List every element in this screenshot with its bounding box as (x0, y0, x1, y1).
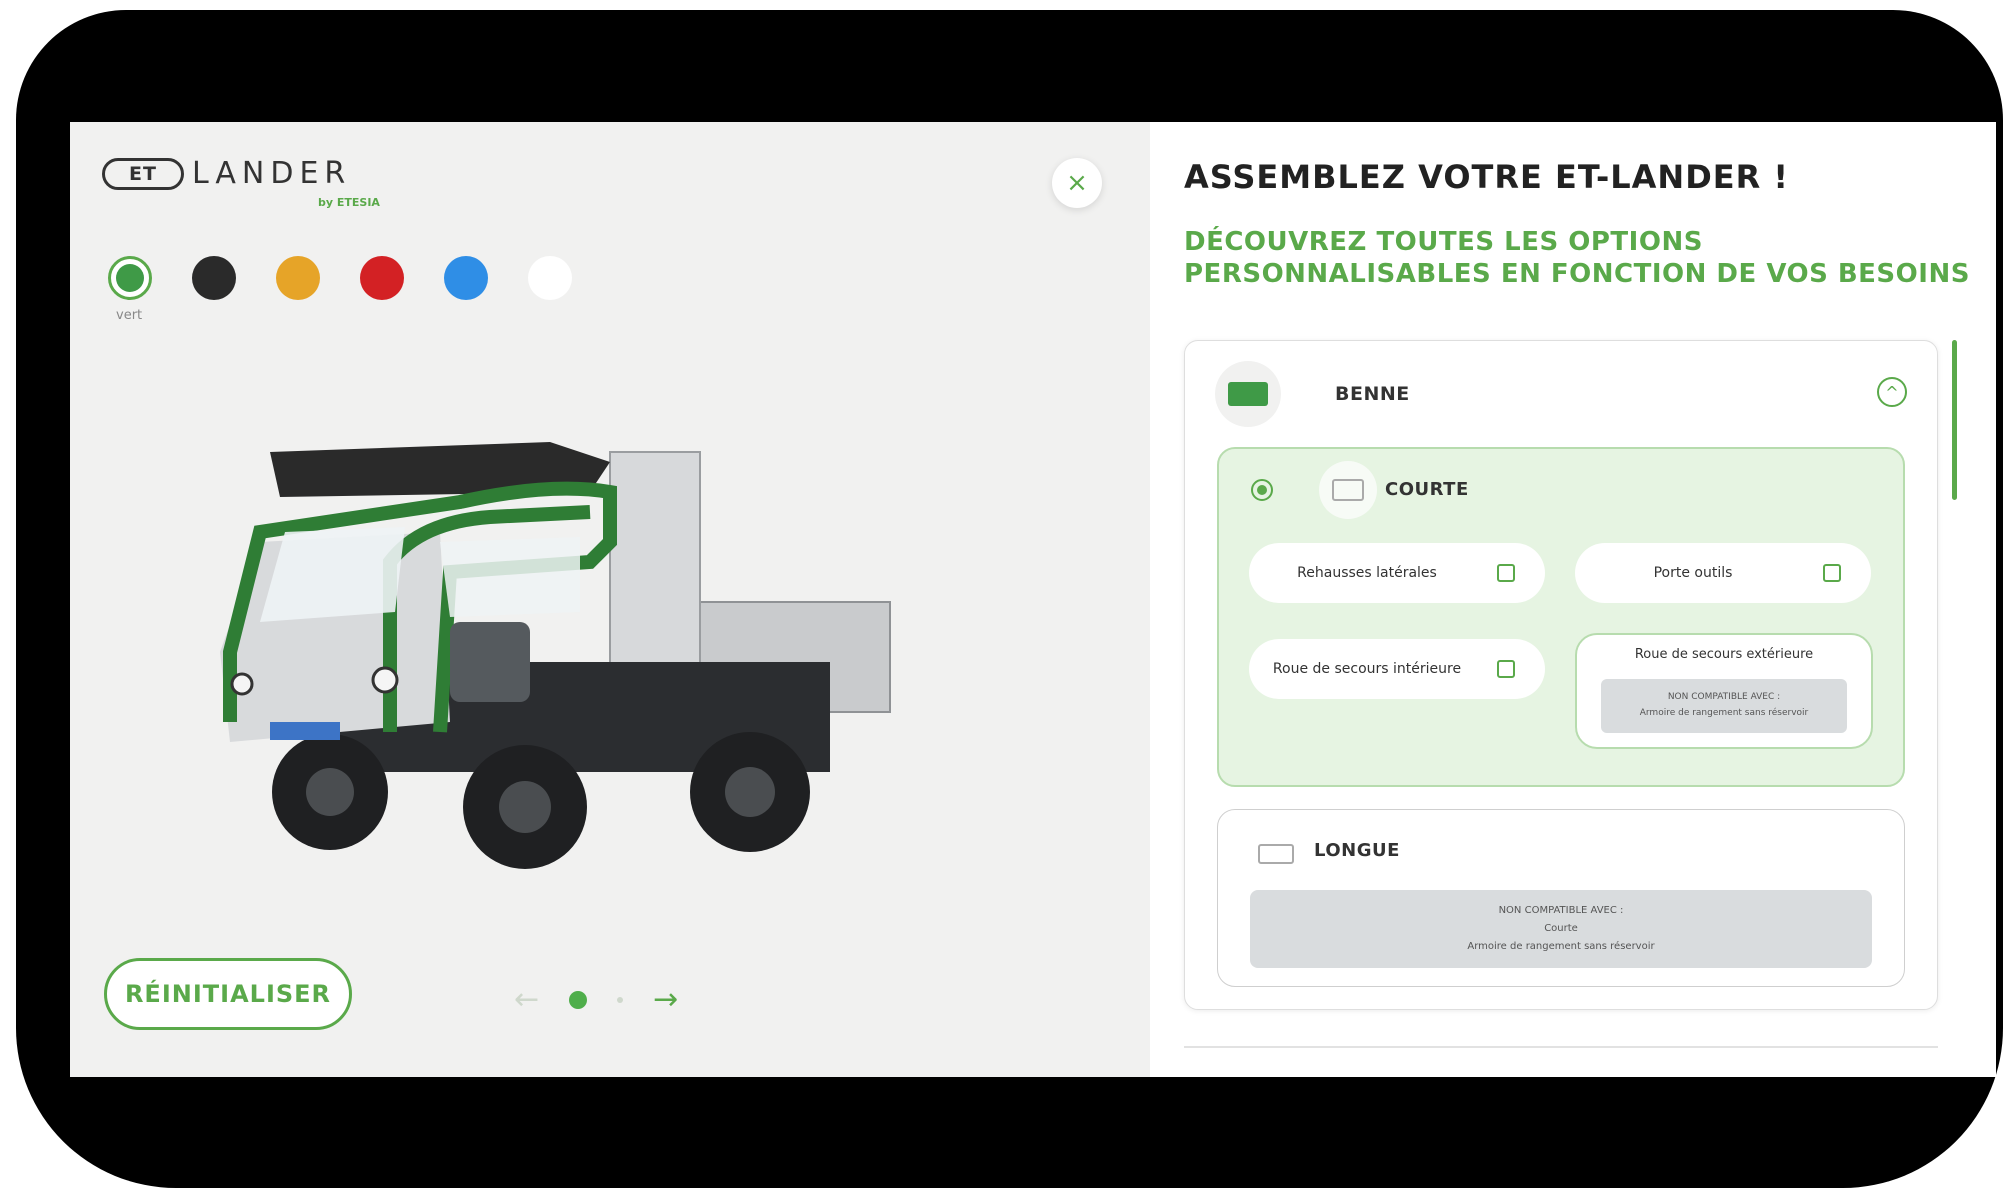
courte-icon-wrap (1319, 461, 1377, 519)
radio-courte[interactable] (1251, 479, 1273, 501)
suboption-rehausses[interactable]: Rehausses latérales (1249, 543, 1545, 603)
incompatible-item: Armoire de rangement sans réservoir (1467, 941, 1655, 952)
reset-button[interactable]: RÉINITIALISER (104, 958, 352, 1030)
option-longue-label: LONGUE (1314, 840, 1400, 861)
color-swatch-jaune[interactable] (276, 256, 320, 300)
selected-color-label: vert (116, 308, 143, 323)
color-swatch-bleu[interactable] (444, 256, 488, 300)
incompatible-notice: NON COMPATIBLE AVEC : Courte Armoire de … (1250, 890, 1872, 968)
benne-header[interactable]: BENNE ^ (1215, 361, 1907, 431)
suboption-label: Rehausses latérales (1297, 565, 1437, 581)
screen: ET LANDER by ETESIA × vert RÉINITIALISER… (70, 122, 1996, 1077)
benne-icon-wrap (1215, 361, 1281, 427)
tablet-frame: ET LANDER by ETESIA × vert RÉINITIALISER… (16, 10, 2003, 1188)
checkbox-roue-interieure[interactable] (1497, 660, 1515, 678)
vehicle-preview-panel: ET LANDER by ETESIA × vert RÉINITIALISER… (70, 122, 1150, 1077)
incompatible-title: NON COMPATIBLE AVEC : (1498, 905, 1624, 916)
logo-name: LANDER (192, 156, 352, 191)
chevron-up-icon[interactable]: ^ (1877, 377, 1907, 407)
checkbox-porte-outils[interactable] (1823, 564, 1841, 582)
brand-logo: ET LANDER (102, 156, 351, 191)
benne-section: BENNE ^ COURTE Rehausses latérales Porte… (1184, 340, 1938, 1010)
suboption-label: Roue de secours extérieure (1634, 647, 1814, 662)
radio-dot (1257, 485, 1267, 495)
page-subtitle: DÉCOUVREZ TOUTES LES OPTIONS PERSONNALIS… (1184, 227, 1970, 289)
color-picker (108, 256, 572, 300)
incompatible-item: Courte (1544, 923, 1578, 934)
next-arrow-icon[interactable]: → (653, 985, 678, 1015)
checkbox-rehausses[interactable] (1497, 564, 1515, 582)
section-divider (1184, 1046, 1938, 1048)
truck-bed-icon (1228, 382, 1268, 406)
page-title: ASSEMBLEZ VOTRE ET-LANDER ! (1184, 158, 1789, 196)
close-button[interactable]: × (1052, 158, 1102, 208)
scrollbar[interactable] (1952, 340, 1957, 500)
color-swatch-rouge[interactable] (360, 256, 404, 300)
option-courte-label: COURTE (1385, 479, 1469, 500)
option-longue[interactable]: LONGUE NON COMPATIBLE AVEC : Courte Armo… (1217, 809, 1905, 987)
option-courte[interactable]: COURTE Rehausses latérales Porte outils … (1217, 447, 1905, 787)
long-bed-icon (1258, 844, 1294, 864)
image-pager: ← → (514, 985, 678, 1015)
suboption-roue-exterieure: Roue de secours extérieure NON COMPATIBL… (1575, 633, 1873, 749)
color-swatch-vert[interactable] (108, 256, 152, 300)
vehicle-image (220, 442, 891, 869)
suboption-label: Porte outils (1653, 565, 1733, 581)
short-bed-icon (1332, 479, 1364, 501)
configurator-panel: ASSEMBLEZ VOTRE ET-LANDER ! DÉCOUVREZ TO… (1150, 122, 1996, 1077)
close-icon: × (1066, 168, 1088, 198)
logo-badge: ET (102, 157, 184, 190)
color-swatch-noir[interactable] (192, 256, 236, 300)
incompatible-title: NON COMPATIBLE AVEC : (1667, 692, 1781, 702)
prev-arrow-icon[interactable]: ← (514, 985, 539, 1015)
color-swatch-blanc[interactable] (528, 256, 572, 300)
benne-label: BENNE (1335, 383, 1410, 405)
incompatible-notice: NON COMPATIBLE AVEC : Armoire de rangeme… (1601, 679, 1847, 733)
swatch-fill (116, 264, 144, 292)
suboption-label: Roue de secours intérieure (1272, 661, 1462, 677)
pager-dot-active[interactable] (569, 991, 588, 1009)
logo-byline: by ETESIA (318, 196, 380, 209)
suboption-roue-interieure[interactable]: Roue de secours intérieure (1249, 639, 1545, 699)
suboption-porte-outils[interactable]: Porte outils (1575, 543, 1871, 603)
pager-dot[interactable] (617, 997, 624, 1003)
incompatible-items: Armoire de rangement sans réservoir (1639, 708, 1809, 718)
